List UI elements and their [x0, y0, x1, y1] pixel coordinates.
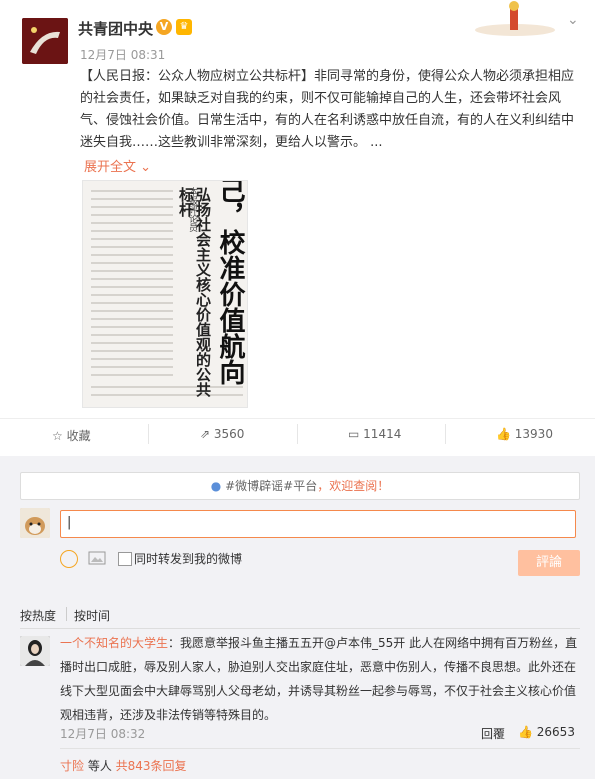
sort-divider: [66, 607, 67, 621]
thumbs-up-icon: 👍: [518, 725, 533, 739]
sub-reply-text: 等人: [84, 759, 116, 773]
notice-text: ，欢迎查阅！: [317, 479, 390, 493]
sort-by-hot-tab[interactable]: 按热度: [20, 607, 56, 624]
info-icon: ●: [210, 479, 222, 493]
comment-time: 12月7日 08:32: [60, 727, 146, 741]
commenter-avatar[interactable]: [20, 636, 50, 666]
commenter-photo-icon: [20, 636, 50, 666]
comment-reply-button[interactable]: 回覆: [481, 725, 505, 742]
current-user-avatar[interactable]: [20, 508, 50, 538]
verified-badge-icon: V: [156, 19, 172, 35]
action-divider: [297, 424, 298, 444]
sub-reply-summary[interactable]: 寸险 等人 共843条回复: [60, 757, 187, 774]
sync-forward-checkbox[interactable]: [118, 552, 132, 566]
sort-by-time-tab[interactable]: 按时间: [74, 607, 110, 624]
thumbs-up-icon: 👍: [496, 427, 511, 441]
like-button[interactable]: 👍 13930: [496, 427, 553, 441]
header-decoration-icon: [475, 1, 555, 36]
post-image[interactable]: 本报评论员 弘扬社会主义核心价值观的公共标杆 己，校准价值航向: [82, 180, 248, 408]
forward-count: 3560: [213, 427, 245, 441]
notice-tag[interactable]: #微博辟谣#平台: [225, 479, 317, 493]
comment-body: 一个不知名的大学生：我愿意举报斗鱼主播五五开@卢本伟_55开 此人在网络中拥有百…: [60, 631, 580, 727]
forward-button[interactable]: ⇗ 3560: [200, 427, 244, 441]
expand-full-text-link[interactable]: 展开全文 ⌄: [84, 156, 151, 175]
image-subheadline: 弘扬社会主义核心价值观的公共标杆: [177, 187, 212, 397]
dog-avatar-icon: [20, 508, 50, 538]
comment-submit-button[interactable]: 評論: [518, 550, 580, 576]
action-divider: [445, 424, 446, 444]
image-upload-icon[interactable]: [88, 550, 106, 566]
sort-divider-line: [20, 628, 580, 629]
comment-icon: ▭: [348, 427, 360, 441]
comment-input[interactable]: |: [60, 510, 576, 538]
emoji-icon[interactable]: [60, 550, 78, 568]
comment-count: 11414: [363, 427, 402, 441]
sync-forward-label[interactable]: 同时转发到我的微博: [134, 550, 242, 567]
post-menu-chevron-icon[interactable]: ⌄: [567, 12, 579, 28]
comment-like-count: 26653: [536, 725, 575, 739]
sub-reply-user[interactable]: 寸险: [60, 759, 84, 773]
commenter-name[interactable]: 一个不知名的大学生: [60, 636, 168, 650]
image-headline: 己，校准价值航向: [215, 180, 245, 385]
expand-chevron-icon: ⌄: [136, 160, 152, 175]
post-content: 【人民日报：公众人物应树立公共标杆】非同寻常的身份，使得公众人物必须承担相应的社…: [80, 69, 575, 150]
forward-icon: ⇗: [200, 427, 211, 441]
rumor-notice[interactable]: ● #微博辟谣#平台，欢迎查阅！: [20, 472, 580, 500]
action-divider: [148, 424, 149, 444]
expand-label: 展开全文: [84, 160, 137, 175]
sub-reply-divider: [60, 748, 580, 749]
like-count: 13930: [514, 427, 553, 441]
sub-reply-count[interactable]: 共843条回复: [116, 759, 187, 773]
favorite-button[interactable]: ☆ 收藏: [52, 427, 91, 444]
author-name[interactable]: 共青团中央: [78, 18, 153, 39]
favorite-label: 收藏: [66, 429, 91, 443]
comment-like-button[interactable]: 👍 26653: [518, 725, 575, 739]
post-time[interactable]: 12月7日 08:31: [80, 46, 165, 63]
star-icon: ☆: [52, 429, 63, 443]
avatar-flag-icon: [22, 18, 68, 64]
member-crown-icon: ♛: [176, 19, 192, 35]
comment-button[interactable]: ▭ 11414: [348, 427, 401, 441]
author-avatar[interactable]: [22, 18, 68, 64]
